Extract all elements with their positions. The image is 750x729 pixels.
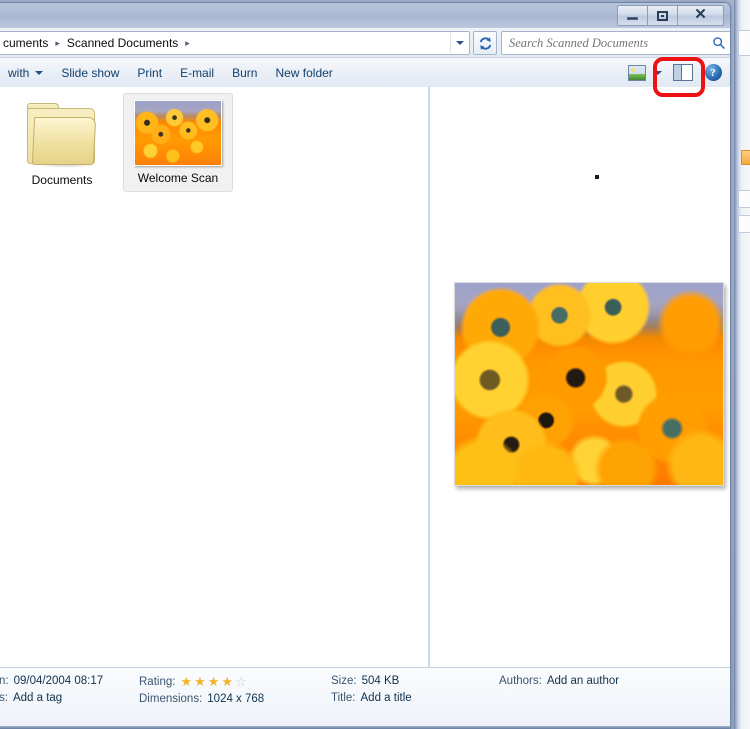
change-view-icon [628,64,646,81]
flowers-preview-art [455,283,723,485]
toolbar-item-label: Slide show [61,65,120,80]
search-icon[interactable] [708,36,730,50]
address-history-dropdown[interactable] [450,33,469,53]
preview-pane[interactable] [432,87,730,668]
change-view-dropdown[interactable] [650,61,666,84]
window-bottom-edge [0,726,730,728]
preview-pane-icon [673,64,693,81]
toolbar-item-label: with [8,65,30,80]
background-window-strip [738,30,750,56]
toolbar-item-label: Burn [232,65,258,80]
detail-label: Size: [331,675,357,687]
list-item-image[interactable]: Welcome Scan [123,93,233,192]
detail-value: Add an author [546,675,620,687]
toolbar-item-email[interactable]: E-mail [171,62,223,84]
star-icon[interactable]: ★ [221,675,233,688]
chevron-down-icon [35,70,44,75]
star-icon[interactable]: ☆ [235,675,247,688]
detail-dimensions[interactable]: Dimensions: 1024 x 768 [139,693,264,705]
breadcrumb-separator-icon: ▸ [185,37,190,48]
preview-image [454,282,724,486]
refresh-button[interactable] [473,31,497,55]
search-box[interactable] [501,31,730,55]
address-bar[interactable]: cuments ▸ Scanned Documents ▸ [0,31,470,55]
detail-label: Dimensions: [139,693,203,705]
detail-tags[interactable]: s: Add a tag [0,692,103,704]
detail-label: Rating: [139,675,176,688]
preview-pane-toggle[interactable] [666,61,700,84]
detail-value: 1024 x 768 [207,693,265,705]
background-window-edge[interactable] [734,0,750,729]
minimize-icon [627,17,638,20]
background-window-strip [738,190,750,208]
refresh-icon [479,36,491,50]
detail-value: 504 KB [361,675,400,687]
toolbar-item-new-folder[interactable]: New folder [266,62,341,84]
folder-icon [25,100,99,168]
breadcrumb-separator-icon: ▸ [55,37,60,48]
title-bar[interactable]: ✕ [0,3,730,29]
help-icon: ? [704,64,722,81]
detail-value: 09/04/2004 08:17 [13,675,104,687]
close-icon: ✕ [694,7,707,23]
toolbar-right-group: ? [624,58,726,87]
list-item-folder[interactable]: Documents [7,93,117,192]
restore-icon [657,10,668,21]
cursor-dot [595,175,599,179]
list-item-label: Documents [31,173,93,187]
details-column-date-tags: n: 09/04/2004 08:17 s: Add a tag [0,675,103,704]
detail-rating[interactable]: Rating: ★ ★ ★ ★ ☆ [139,675,264,688]
window-controls: ✕ [617,5,724,26]
address-bar-row: cuments ▸ Scanned Documents ▸ [0,28,730,57]
toolbar-item-label: New folder [275,65,333,80]
file-list-pane[interactable]: Documents Welcome Scan [0,87,430,668]
breadcrumb[interactable]: cuments ▸ Scanned Documents ▸ [0,35,450,51]
close-button[interactable]: ✕ [677,5,724,26]
details-column-size-title: Size: 504 KB Title: Add a title [331,675,412,704]
detail-label: n: [0,675,9,687]
star-icon[interactable]: ★ [208,675,220,688]
explorer-window: ✕ cuments ▸ Scanned Documents ▸ Search S… [0,2,731,729]
background-window-strip [738,215,750,233]
details-pane[interactable]: n: 09/04/2004 08:17 s: Add a tag Rating:… [0,667,730,728]
search-input[interactable] [502,34,708,52]
change-view-button[interactable] [624,61,650,84]
rating-stars[interactable]: ★ ★ ★ ★ ☆ [180,675,246,688]
star-icon[interactable]: ★ [194,675,206,688]
folder-front [31,117,97,165]
content-area: Documents Welcome Scan [0,87,730,668]
star-icon[interactable]: ★ [180,675,192,688]
detail-value: Add a tag [12,692,63,704]
toolbar-item-print[interactable]: Print [128,62,171,84]
toolbar-item-open-with[interactable]: with [0,62,52,84]
details-column-authors: Authors: Add an author [499,675,619,687]
detail-label: Title: [331,692,356,704]
minimize-button[interactable] [617,5,648,26]
detail-date-taken[interactable]: n: 09/04/2004 08:17 [0,675,103,687]
breadcrumb-item-documents[interactable]: cuments [1,35,50,51]
toolbar-item-slide-show[interactable]: Slide show [52,62,128,84]
image-thumbnail [134,100,222,166]
detail-authors[interactable]: Authors: Add an author [499,675,619,687]
restore-button[interactable] [647,5,678,26]
toolbar-item-burn[interactable]: Burn [223,62,266,84]
chevron-down-icon [654,70,662,75]
toolbar-item-label: E-mail [180,65,215,80]
help-button[interactable]: ? [700,61,726,84]
breadcrumb-item-scanned-documents[interactable]: Scanned Documents [65,35,180,51]
background-window-amber-icon [741,150,750,165]
file-items: Documents Welcome Scan [7,93,428,192]
command-bar: with Slide show Print E-mail Burn New fo… [0,57,730,88]
list-item-label: Welcome Scan [137,171,219,185]
details-column-rating-dimensions: Rating: ★ ★ ★ ★ ☆ Dimensions: 1024 x 768 [139,675,264,705]
detail-label: s: [0,692,8,704]
flowers-thumbnail-art [135,101,221,165]
detail-size[interactable]: Size: 504 KB [331,675,412,687]
detail-label: Authors: [499,675,542,687]
detail-value: Add a title [360,692,412,704]
toolbar-item-label: Print [137,65,163,80]
chevron-down-icon [456,41,464,45]
detail-title[interactable]: Title: Add a title [331,692,412,704]
